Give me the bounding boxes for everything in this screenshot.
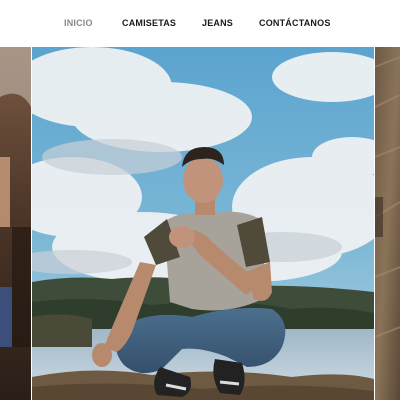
nav-link-camisetas[interactable]: CAMISETAS (122, 17, 176, 29)
next-slide-photo (375, 47, 400, 400)
nav-link-contactanos[interactable]: CONTÁCTANOS (259, 17, 331, 29)
main-slide[interactable] (32, 47, 374, 400)
previous-slide[interactable] (0, 47, 31, 400)
hero-slider[interactable] (0, 47, 400, 400)
nav-menu: INICIO CAMISETAS JEANS CONTÁCTANOS (0, 0, 400, 47)
nav-link-jeans[interactable]: JEANS (202, 17, 233, 29)
nav-link-inicio[interactable]: INICIO (64, 17, 93, 29)
next-slide[interactable] (375, 47, 400, 400)
page: INICIO CAMISETAS JEANS CONTÁCTANOS (0, 0, 400, 400)
previous-slide-photo (0, 47, 31, 400)
main-navigation: INICIO CAMISETAS JEANS CONTÁCTANOS (0, 0, 400, 47)
model-crouching-photo (32, 47, 374, 400)
